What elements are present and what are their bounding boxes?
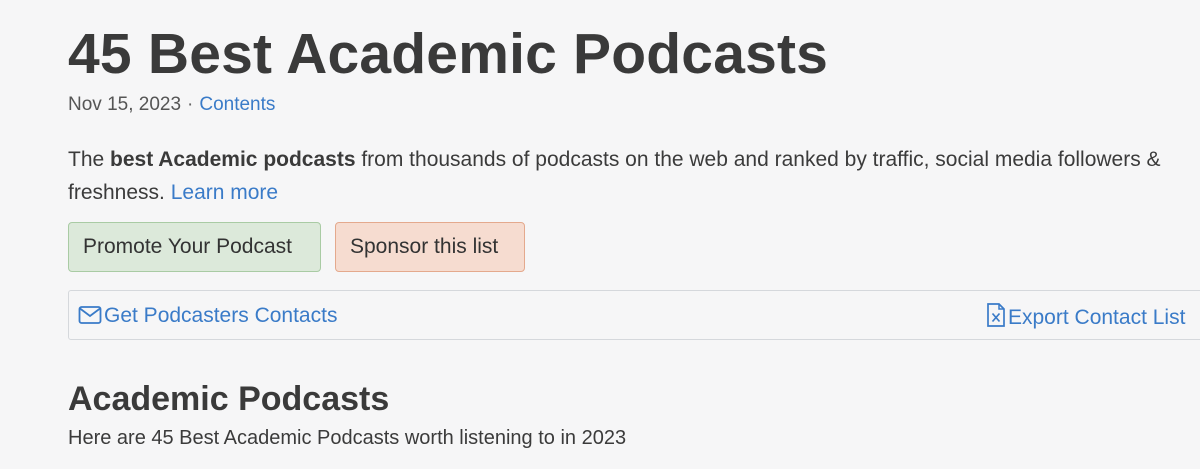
export-contact-list-link[interactable]: Export Contact List (986, 303, 1185, 331)
publish-date: Nov 15, 2023 (68, 94, 182, 115)
get-podcasters-contacts-link[interactable]: Get Podcasters Contacts (78, 303, 337, 329)
intro-prefix: The (68, 148, 111, 171)
envelope-icon (78, 304, 104, 327)
get-contacts-label: Get Podcasters Contacts (104, 304, 338, 327)
intro-text: The best Academic podcasts from thousand… (68, 143, 1178, 209)
post-meta: Nov 15, 2023 · Contents (68, 92, 275, 118)
contents-link[interactable]: Contents (199, 94, 275, 115)
section-subtitle: Here are 45 Best Academic Podcasts worth… (68, 427, 627, 449)
excel-file-icon (986, 303, 1008, 329)
page-title: 45 Best Academic Podcasts (68, 22, 829, 86)
intro-bold: best Academic podcasts (110, 148, 356, 171)
section-title: Academic Podcasts (68, 380, 390, 418)
promote-podcast-button[interactable]: Promote Your Podcast (68, 222, 321, 272)
meta-separator: · (187, 94, 194, 115)
learn-more-link[interactable]: Learn more (171, 181, 278, 204)
contact-bar: Get Podcasters Contacts Export Contact L… (68, 290, 1200, 340)
sponsor-list-button[interactable]: Sponsor this list (335, 222, 525, 272)
page: 45 Best Academic Podcasts Nov 15, 2023 · C… (0, 0, 1200, 469)
export-label: Export Contact List (1008, 306, 1186, 329)
